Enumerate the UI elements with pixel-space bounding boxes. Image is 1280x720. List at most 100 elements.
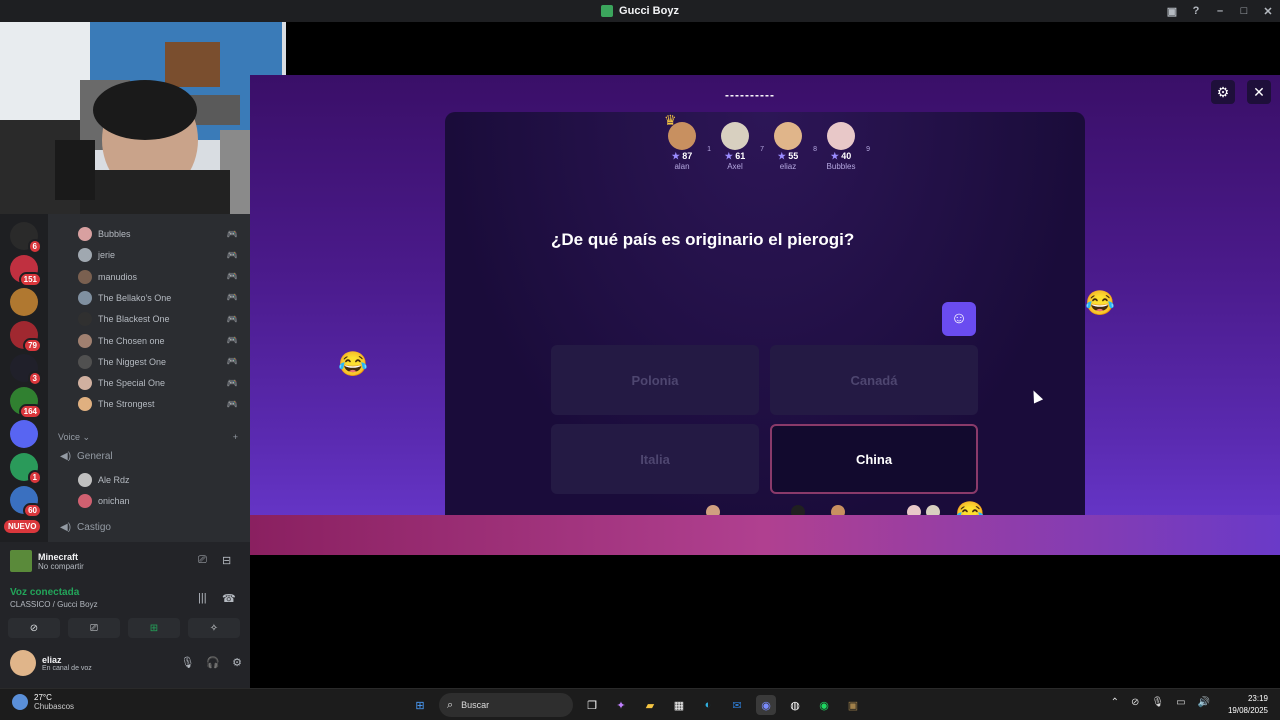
server-icon[interactable]: 151 bbox=[10, 255, 42, 287]
game-close-button[interactable]: ✕ bbox=[1247, 80, 1271, 104]
server-icon[interactable]: 1 bbox=[10, 453, 42, 485]
minimize-button[interactable]: – bbox=[1208, 5, 1232, 17]
answer-option[interactable]: Italia bbox=[551, 424, 759, 494]
disconnect-icon[interactable]: ☎ bbox=[222, 592, 236, 605]
store-icon[interactable]: ▦ bbox=[669, 695, 689, 715]
pick-dot bbox=[913, 525, 916, 528]
network-off-icon[interactable]: ⊘ bbox=[1131, 697, 1139, 708]
avatar bbox=[78, 248, 92, 263]
chevron-up-icon[interactable]: ⌃ bbox=[1111, 697, 1119, 708]
member-item[interactable]: The Blackest One 🎮 bbox=[78, 309, 244, 329]
gamepad-icon: 🎮 bbox=[226, 292, 238, 303]
round-progress: ---------- bbox=[725, 88, 775, 102]
task-view-icon[interactable]: ❐ bbox=[582, 695, 602, 715]
channel-castigo[interactable]: ◀) Castigo bbox=[60, 522, 111, 533]
member-item[interactable]: Bubbles 🎮 bbox=[78, 224, 244, 244]
server-icon[interactable] bbox=[10, 288, 38, 316]
activities-button[interactable]: ⊞ bbox=[128, 618, 180, 638]
voice-category[interactable]: Voice ⌄ + bbox=[58, 432, 244, 443]
activity-status[interactable]: Minecraft No compartir bbox=[10, 550, 84, 572]
camera-off-button[interactable]: ⊘ bbox=[8, 618, 60, 638]
player-pick-avatar bbox=[706, 505, 720, 519]
member-item[interactable]: The Niggest One 🎮 bbox=[78, 352, 244, 372]
player-card: ★ 55 8 eliaz bbox=[763, 122, 817, 171]
app-icon[interactable]: ◍ bbox=[785, 695, 805, 715]
hint-button[interactable]: ☺ bbox=[942, 302, 976, 336]
channel-general[interactable]: ◀) General bbox=[60, 451, 113, 462]
edge-icon[interactable]: ◐ bbox=[698, 695, 718, 715]
microphone-icon[interactable]: 🎙 bbox=[1151, 697, 1164, 708]
webcam-overlay bbox=[0, 0, 286, 214]
gamepad-icon: 🎮 bbox=[226, 398, 238, 409]
minecraft-taskbar-icon[interactable]: ▣ bbox=[843, 695, 863, 715]
soundboard-button[interactable]: ✧ bbox=[188, 618, 240, 638]
windows-start-icon[interactable]: ⊞ bbox=[410, 695, 430, 715]
answer-option-selected[interactable]: China bbox=[770, 424, 978, 494]
server-icon[interactable]: 6 bbox=[10, 222, 42, 254]
display-icon[interactable]: ▭ bbox=[1176, 697, 1185, 708]
copilot-icon[interactable]: ✦ bbox=[611, 695, 631, 715]
clock[interactable]: 23:19 19/08/2025 bbox=[1228, 693, 1268, 717]
user-status: En canal de voz bbox=[42, 664, 92, 672]
stream-icon[interactable]: ⎚ bbox=[198, 554, 207, 567]
star-icon: ★ bbox=[671, 151, 680, 161]
maximize-button[interactable]: □ bbox=[1232, 5, 1256, 17]
discord-icon[interactable]: ◉ bbox=[756, 695, 776, 715]
stop-activity-icon[interactable]: ⊟ bbox=[222, 554, 231, 567]
member-item[interactable]: The Strongest 🎮 bbox=[78, 394, 244, 414]
help-icon[interactable]: ? bbox=[1184, 5, 1208, 17]
voice-member-item[interactable]: onichan bbox=[78, 491, 244, 511]
question-text: ¿De qué país es originario el pierogi? bbox=[551, 230, 855, 249]
voice-status[interactable]: Voz conectada CLASSICO / Gucci Boyz bbox=[10, 587, 98, 609]
member-item[interactable]: The Bellako's One 🎮 bbox=[78, 288, 244, 308]
crown-icon: ♛ bbox=[664, 112, 677, 128]
voice-member-item[interactable]: Ale Rdz bbox=[78, 470, 244, 490]
pick-dot bbox=[932, 525, 935, 528]
avatar bbox=[78, 376, 92, 391]
taskbar-search[interactable]: ⌕ Buscar bbox=[439, 693, 573, 717]
server-icon[interactable]: 79 bbox=[10, 321, 42, 353]
headphones-icon[interactable]: 🎧 bbox=[206, 656, 220, 669]
member-name: The Strongest bbox=[98, 399, 155, 410]
add-channel-icon[interactable]: + bbox=[233, 432, 238, 442]
noise-suppression-icon[interactable]: ||| bbox=[198, 592, 207, 604]
screen-share-button[interactable]: ⎚ bbox=[68, 618, 120, 638]
weather-icon bbox=[12, 694, 28, 710]
game-settings-button[interactable]: ⚙ bbox=[1211, 80, 1235, 104]
webcam-image bbox=[0, 0, 286, 214]
file-explorer-icon[interactable]: ▰ bbox=[640, 695, 660, 715]
gamepad-icon: 🎮 bbox=[226, 377, 238, 388]
star-icon: ★ bbox=[724, 151, 733, 161]
voice-member-name: Ale Rdz bbox=[98, 475, 130, 485]
server-badge: 164 bbox=[18, 404, 42, 419]
nuevo-badge[interactable]: NUEVO bbox=[4, 520, 41, 533]
outlook-icon[interactable]: ✉ bbox=[727, 695, 747, 715]
weather-widget[interactable]: 27°C Chubascos bbox=[12, 693, 74, 711]
settings-icon[interactable]: ⚙ bbox=[232, 656, 242, 669]
member-item[interactable]: The Chosen one 🎮 bbox=[78, 331, 244, 351]
player-avatar bbox=[827, 122, 855, 150]
answer-option[interactable]: Polonia bbox=[551, 345, 759, 415]
answer-option[interactable]: Canadá bbox=[770, 345, 978, 415]
member-item[interactable]: jerie 🎮 bbox=[78, 245, 244, 265]
speaker-icon: ◀) bbox=[60, 522, 72, 533]
member-item[interactable]: manudios 🎮 bbox=[78, 267, 244, 287]
user-name: eliaz bbox=[42, 654, 62, 665]
microphone-icon[interactable]: 🎙 bbox=[180, 656, 194, 669]
current-user[interactable]: eliaz En canal de voz bbox=[10, 650, 92, 676]
laugh-emoji-icon: 😂 bbox=[955, 501, 985, 528]
volume-icon[interactable]: 🔊 bbox=[1198, 697, 1210, 708]
server-icon[interactable]: 164 bbox=[10, 387, 42, 419]
member-item[interactable]: The Special One 🎮 bbox=[78, 373, 244, 393]
star-icon: ★ bbox=[830, 151, 839, 161]
avatar bbox=[78, 290, 92, 305]
weather-desc: Chubascos bbox=[34, 702, 75, 711]
server-icon[interactable] bbox=[10, 420, 38, 448]
player-avatar bbox=[721, 122, 749, 150]
spotify-icon[interactable]: ◉ bbox=[814, 695, 834, 715]
server-icon[interactable]: 3 bbox=[10, 354, 42, 386]
close-button[interactable]: ✕ bbox=[1256, 5, 1280, 18]
screen-share-icon[interactable]: ▣ bbox=[1160, 5, 1184, 18]
server-icon[interactable]: 60 bbox=[10, 486, 42, 518]
avatar bbox=[78, 227, 92, 241]
